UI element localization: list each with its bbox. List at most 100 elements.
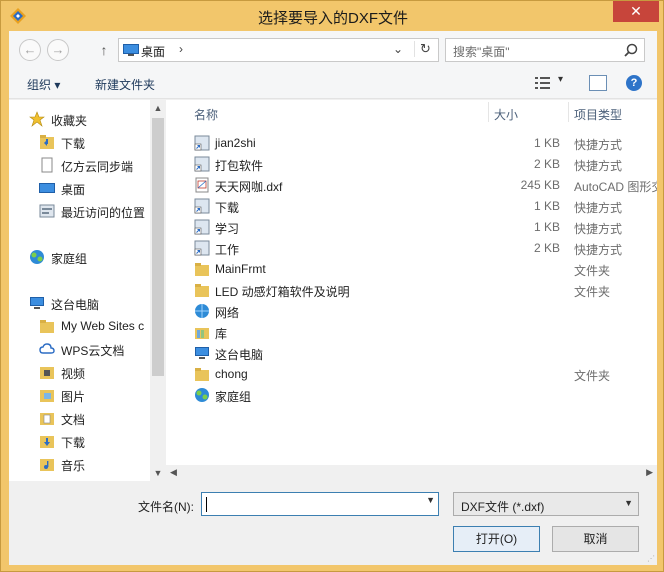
- command-bar: 组织 ▾ 新建文件夹 ▾ ?: [9, 67, 657, 99]
- column-header-type[interactable]: 项目类型: [574, 106, 622, 123]
- sidebar-item-label: 下载: [61, 436, 86, 450]
- computer-icon: [30, 297, 44, 309]
- forward-button[interactable]: →: [47, 39, 69, 61]
- chevron-down-icon[interactable]: ▼: [624, 498, 633, 508]
- sidebar-item-favorites[interactable]: 收藏夹: [9, 108, 150, 130]
- resize-grip-icon[interactable]: ⋰: [647, 554, 655, 563]
- file-name: chong: [215, 367, 248, 381]
- scroll-thumb[interactable]: [152, 118, 164, 376]
- file-row[interactable]: 下载 1 KB 快捷方式: [166, 195, 657, 216]
- file-name: 库: [215, 327, 228, 341]
- network-icon: [194, 303, 210, 319]
- file-row[interactable]: chong 文件夹: [166, 363, 657, 384]
- shortcut-icon: [194, 198, 210, 214]
- new-folder-button[interactable]: 新建文件夹: [95, 76, 155, 93]
- column-header-size[interactable]: 大小: [494, 106, 518, 123]
- filetype-select[interactable]: DXF文件 (*.dxf) ▼: [453, 492, 639, 516]
- filename-input[interactable]: [206, 494, 416, 514]
- sidebar-item-wps-cloud[interactable]: WPS云文档: [9, 338, 150, 360]
- shortcut-icon: [194, 135, 210, 151]
- sidebar-item-my-web-sites[interactable]: My Web Sites c: [9, 315, 150, 337]
- title-bar[interactable]: 选择要导入的DXF文件 ✕: [1, 1, 664, 31]
- file-name: jian2shi: [215, 136, 256, 150]
- open-button[interactable]: 打开(O): [453, 526, 540, 552]
- file-row[interactable]: 打包软件 2 KB 快捷方式: [166, 153, 657, 174]
- file-row[interactable]: 天天网咖.dxf 245 KB AutoCAD 图形交: [166, 174, 657, 195]
- music-folder-icon: [40, 459, 54, 471]
- sidebar-item-label: 桌面: [61, 183, 86, 197]
- file-row[interactable]: LED 动感灯箱软件及说明 文件夹: [166, 279, 657, 300]
- view-options-icon[interactable]: [535, 76, 551, 90]
- back-button[interactable]: ←: [19, 39, 41, 61]
- shortcut-icon: [194, 219, 210, 235]
- desktop-icon: [39, 183, 55, 193]
- file-type: 快捷方式: [574, 201, 623, 215]
- sidebar-item-downloads[interactable]: 下载: [9, 131, 150, 153]
- column-divider[interactable]: [488, 102, 489, 122]
- sidebar-item-downloads-2[interactable]: 下载: [9, 430, 150, 452]
- sidebar-item-this-pc[interactable]: 这台电脑: [9, 292, 150, 314]
- sidebar-item-desktop[interactable]: 桌面: [9, 177, 150, 199]
- file-name: 打包软件: [215, 159, 264, 173]
- sidebar-item-label: WPS云文档: [61, 344, 125, 358]
- star-icon: [29, 111, 45, 127]
- file-row[interactable]: 学习 1 KB 快捷方式: [166, 216, 657, 237]
- file-type: 快捷方式: [574, 243, 623, 257]
- help-icon[interactable]: ?: [626, 75, 642, 91]
- scroll-down-icon[interactable]: ▼: [150, 465, 166, 481]
- file-row[interactable]: 这台电脑: [166, 342, 657, 363]
- nav-scrollbar[interactable]: ▲ ▼: [150, 100, 166, 481]
- file-type: 快捷方式: [574, 159, 623, 173]
- sidebar-item-videos[interactable]: 视频: [9, 361, 150, 383]
- preview-pane-icon[interactable]: [589, 75, 607, 91]
- refresh-icon[interactable]: ↻: [414, 41, 436, 57]
- filename-field[interactable]: ▼: [201, 492, 439, 516]
- shortcut-icon: [194, 156, 210, 172]
- pictures-folder-icon: [40, 390, 54, 402]
- file-open-dialog: 选择要导入的DXF文件 ✕ ← → ↑ 桌面 › ⌄ ↻ 搜索"桌面" 组织 ▾…: [0, 0, 664, 572]
- dxf-file-icon: [194, 177, 210, 193]
- file-name: 天天网咖.dxf: [215, 180, 283, 194]
- sidebar-item-label: 收藏夹: [51, 114, 88, 128]
- file-size: 1 KB: [533, 220, 560, 234]
- path-segment-desktop[interactable]: 桌面: [141, 43, 165, 60]
- horizontal-scrollbar[interactable]: ◀ ▶: [166, 465, 657, 481]
- cancel-button[interactable]: 取消: [552, 526, 639, 552]
- search-input[interactable]: 搜索"桌面": [453, 43, 510, 60]
- path-dropdown-chevron-icon[interactable]: ⌄: [387, 42, 409, 56]
- sidebar-item-label: 这台电脑: [51, 298, 100, 312]
- scroll-right-icon[interactable]: ▶: [646, 467, 653, 478]
- path-separator-chevron-icon[interactable]: ›: [179, 42, 183, 56]
- search-icon[interactable]: [624, 43, 638, 57]
- file-name: 家庭组: [215, 390, 252, 404]
- search-box[interactable]: 搜索"桌面": [445, 38, 645, 62]
- sidebar-item-music[interactable]: 音乐: [9, 453, 150, 475]
- sidebar-item-documents[interactable]: 文档: [9, 407, 150, 429]
- sidebar-item-label: 亿方云同步端: [61, 160, 134, 174]
- organize-menu[interactable]: 组织 ▾: [27, 76, 60, 93]
- filename-history-dropdown-icon[interactable]: ▼: [426, 495, 435, 505]
- sidebar-item-pictures[interactable]: 图片: [9, 384, 150, 406]
- view-dropdown-icon[interactable]: ▾: [558, 74, 563, 85]
- up-button[interactable]: ↑: [95, 39, 113, 61]
- document-icon: [41, 157, 53, 173]
- scroll-up-icon[interactable]: ▲: [150, 100, 166, 116]
- file-type: 文件夹: [574, 264, 611, 278]
- path-box[interactable]: 桌面 › ⌄ ↻: [118, 38, 439, 62]
- scroll-left-icon[interactable]: ◀: [170, 467, 177, 478]
- file-row[interactable]: 库: [166, 321, 657, 342]
- file-type: 快捷方式: [574, 222, 623, 236]
- close-button[interactable]: ✕: [613, 1, 659, 22]
- sidebar-item-recent-places[interactable]: 最近访问的位置: [9, 200, 150, 222]
- column-header-name[interactable]: 名称: [194, 106, 218, 123]
- sidebar-item-yifangyun[interactable]: 亿方云同步端: [9, 154, 150, 176]
- file-row[interactable]: MainFrmt 文件夹: [166, 258, 657, 279]
- sidebar-item-homegroup[interactable]: 家庭组: [9, 246, 150, 268]
- filename-label: 文件名(N):: [138, 500, 194, 514]
- column-divider[interactable]: [568, 102, 569, 122]
- file-row[interactable]: 工作 2 KB 快捷方式: [166, 237, 657, 258]
- file-row[interactable]: 网络: [166, 300, 657, 321]
- sidebar-item-label: 下载: [61, 137, 86, 151]
- file-row[interactable]: jian2shi 1 KB 快捷方式: [166, 132, 657, 153]
- file-row[interactable]: 家庭组: [166, 384, 657, 405]
